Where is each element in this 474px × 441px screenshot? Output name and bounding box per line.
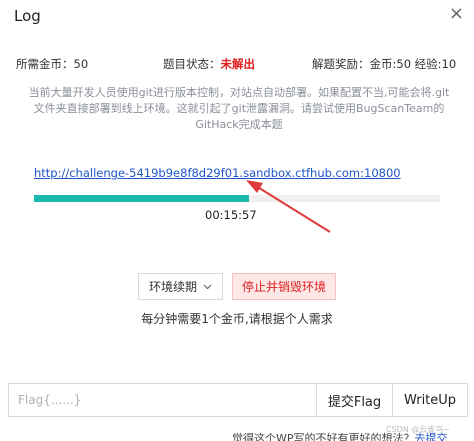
- time-progress-fill: [34, 195, 250, 202]
- required-gold: 所需金币：50: [16, 57, 89, 71]
- countdown-timer: 00:15:57: [205, 208, 257, 222]
- submit-flag-button[interactable]: 提交Flag: [316, 383, 393, 417]
- chevron-down-icon: [203, 284, 212, 289]
- writeup-button[interactable]: WriteUp: [393, 383, 468, 417]
- extend-environment-button[interactable]: 环境续期: [138, 273, 223, 300]
- status-value: 未解出: [220, 57, 256, 71]
- flag-input[interactable]: [8, 383, 316, 417]
- stop-destroy-environment-button[interactable]: 停止并销毁环境: [232, 273, 336, 300]
- flag-submit-row: 提交Flag WriteUp: [8, 383, 468, 417]
- status-label: 题目状态：: [163, 57, 221, 71]
- challenge-url-link[interactable]: http://challenge-5419b9e8f8d29f01.sandbo…: [34, 166, 401, 180]
- dialog-title: Log: [14, 7, 41, 25]
- challenge-status: 题目状态：未解出: [163, 56, 255, 72]
- close-icon[interactable]: ×: [449, 5, 464, 23]
- watermark: CSDN @云雀鸟~: [385, 425, 450, 434]
- time-progress-bar: [34, 195, 440, 202]
- challenge-description: 当前大量开发人员使用git进行版本控制，对站点自动部署。如果配置不当,可能会将.…: [28, 86, 450, 131]
- extend-label: 环境续期: [148, 280, 197, 294]
- cost-note: 每分钟需要1个金币,请根据个人需求: [141, 312, 333, 326]
- solve-reward: 解题奖励：金币:50 经验:10: [312, 57, 457, 71]
